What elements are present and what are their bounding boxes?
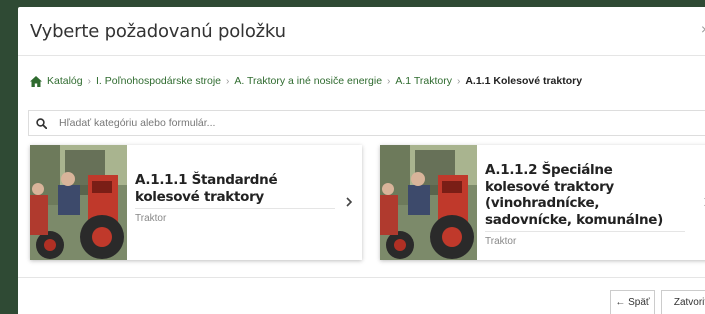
card-body: A.1.1.1 Štandardné kolesové traktory Tra… [127,145,362,260]
modal-dialog: Vyberte požadovanú položku × Katalóg › I… [18,7,705,314]
breadcrumb-item-tractors[interactable]: A.1 Traktory [395,75,452,87]
breadcrumb-item-tractors-energy[interactable]: A. Traktory a iné nosiče energie [234,75,382,87]
breadcrumb-separator: › [87,75,91,87]
category-card-standard-tractors[interactable]: A.1.1.1 Štandardné kolesové traktory Tra… [30,145,362,260]
chevron-right-icon[interactable] [344,195,354,209]
card-divider [135,208,335,209]
close-icon[interactable]: × [701,21,705,37]
card-title: A.1.1.2 Špeciálne kolesové traktory (vin… [485,162,663,228]
breadcrumb-item-catalog[interactable]: Katalóg [47,75,83,87]
breadcrumb-item-current: A.1.1 Kolesové traktory [465,75,583,87]
card-subtitle: Traktor [485,236,517,247]
breadcrumb-separator: › [387,75,391,87]
category-card-special-tractors[interactable]: A.1.1.2 Špeciálne kolesové traktory (vin… [380,145,705,260]
breadcrumb-separator: › [226,75,230,87]
card-title: A.1.1.1 Štandardné kolesové traktory [135,172,278,205]
card-divider [485,231,685,232]
search-input[interactable] [53,112,693,134]
search-button[interactable] [29,111,53,135]
card-body: A.1.1.2 Špeciálne kolesové traktory (vin… [477,145,705,260]
search-bar [28,110,705,136]
breadcrumb: Katalóg › I. Poľnohospodárske stroje › A… [30,75,582,87]
card-subtitle: Traktor [135,213,167,224]
modal-header: Vyberte požadovanú položku [18,7,705,56]
footer-divider [18,277,705,278]
search-icon [35,117,47,129]
close-button[interactable]: Zatvoriť [661,290,705,314]
tractor-image [380,145,477,260]
home-icon[interactable] [30,75,42,87]
breadcrumb-item-agri-machines[interactable]: I. Poľnohospodárske stroje [96,75,221,87]
tractor-image [30,145,127,260]
back-button[interactable]: ← Späť [610,290,655,314]
breadcrumb-separator: › [457,75,461,87]
modal-title: Vyberte požadovanú položku [30,20,286,42]
